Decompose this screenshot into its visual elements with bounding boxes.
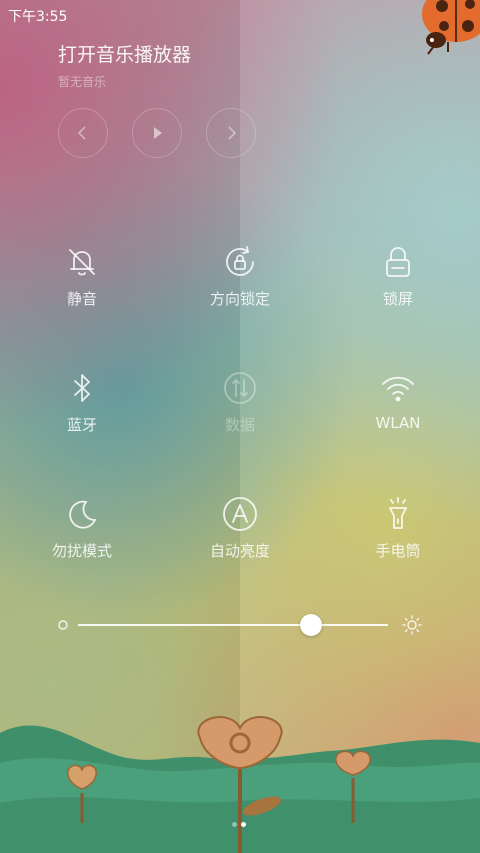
toggle-bluetooth[interactable]: 蓝牙 — [12, 368, 152, 435]
toggle-label: 蓝牙 — [66, 416, 97, 434]
toggle-label: 勿扰模式 — [51, 542, 112, 560]
previous-button[interactable] — [58, 108, 108, 158]
toggle-label: 方向锁定 — [209, 290, 270, 308]
wallpaper-ground — [0, 716, 480, 853]
status-time: 下午3:55 — [8, 9, 68, 25]
wifi-icon — [382, 376, 414, 402]
chevron-right-icon — [228, 126, 237, 140]
toggle-label: 数据 — [224, 416, 255, 434]
brightness-low-icon — [58, 620, 68, 630]
toggle-label: 自动亮度 — [209, 542, 270, 560]
ladybug-decoration — [422, 0, 480, 55]
mobile-data-icon — [224, 372, 256, 404]
flashlight-icon — [389, 497, 407, 529]
next-button[interactable] — [206, 108, 256, 158]
lock-icon — [386, 247, 410, 277]
toggle-mobile-data[interactable]: 数据 — [170, 368, 310, 435]
brightness-high-icon — [402, 615, 422, 635]
rotation-lock-icon — [226, 246, 254, 276]
chevron-left-icon — [77, 126, 86, 140]
toggle-lock-screen[interactable]: 锁屏 — [328, 242, 468, 309]
music-subtitle: 暂无音乐 — [58, 75, 107, 89]
toggle-label: 静音 — [66, 290, 97, 308]
toggle-label: 手电筒 — [375, 542, 421, 560]
toggle-label: WLAN — [375, 414, 421, 432]
page-dot — [232, 822, 237, 827]
toggle-do-not-disturb[interactable]: 勿扰模式 — [12, 494, 152, 561]
page-dot — [241, 822, 246, 827]
brightness-slider[interactable] — [56, 612, 426, 638]
moon-icon — [69, 500, 97, 529]
brightness-track[interactable] — [78, 624, 388, 626]
toggle-flashlight[interactable]: 手电筒 — [328, 494, 468, 561]
music-widget[interactable]: 打开音乐播放器 暂无音乐 — [58, 40, 191, 90]
toggle-rotation-lock[interactable]: 方向锁定 — [170, 242, 310, 309]
toggle-wlan[interactable]: WLAN — [328, 368, 468, 432]
page-indicator — [230, 812, 248, 831]
play-button[interactable] — [132, 108, 182, 158]
bell-off-icon — [69, 249, 95, 276]
bluetooth-icon — [74, 374, 90, 402]
toggle-auto-brightness[interactable]: 自动亮度 — [170, 494, 310, 561]
toggle-label: 锁屏 — [382, 290, 413, 308]
play-icon — [154, 127, 162, 139]
toggle-mute[interactable]: 静音 — [12, 242, 152, 309]
music-title[interactable]: 打开音乐播放器 — [58, 40, 191, 67]
auto-brightness-icon — [223, 497, 257, 531]
brightness-thumb[interactable] — [299, 614, 322, 636]
